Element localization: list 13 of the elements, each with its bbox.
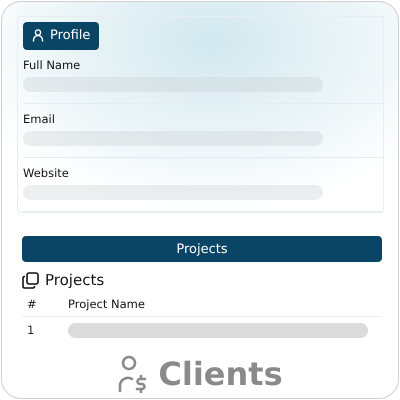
projects-button[interactable]: Projects — [22, 236, 382, 262]
section-title: Projects — [45, 270, 104, 292]
copy-icon — [22, 272, 39, 289]
row-number: 1 — [26, 322, 36, 339]
field-label: Website — [23, 165, 70, 182]
field-label: Full Name — [23, 56, 82, 74]
column-header: # — [26, 296, 38, 313]
profile-tab[interactable]: Profile — [23, 22, 100, 50]
client-icon — [118, 355, 148, 394]
person-icon — [32, 29, 44, 42]
field-label: Email — [23, 110, 56, 128]
clients-title: Clients — [158, 354, 283, 396]
column-header: Project Name — [68, 296, 145, 313]
